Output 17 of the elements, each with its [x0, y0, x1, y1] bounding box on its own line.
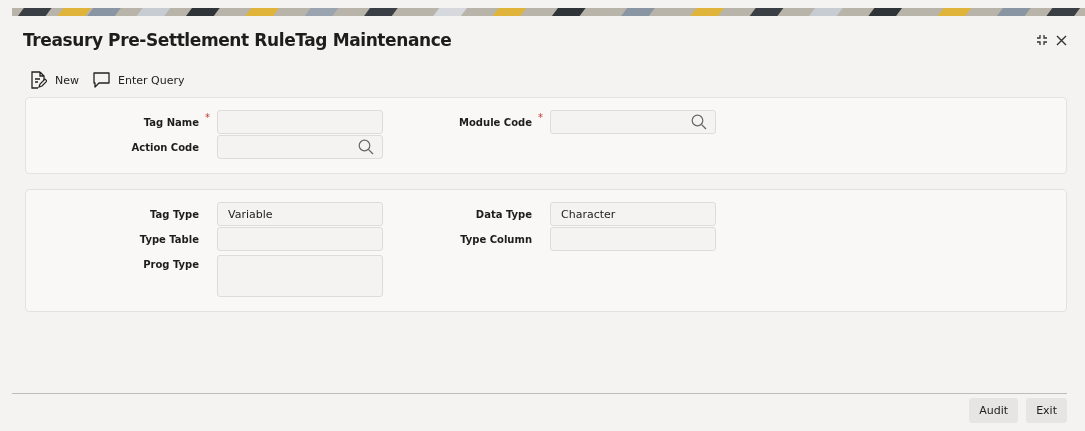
field-label: Tag Type: [150, 208, 199, 220]
field-label: Data Type: [475, 208, 532, 220]
input-field[interactable]: Character: [550, 202, 716, 226]
field-label: Type Column: [460, 233, 532, 245]
field-label: Type Table: [139, 233, 199, 245]
new-button[interactable]: New: [30, 69, 79, 91]
field-label: Tag Name: [143, 116, 199, 128]
field-label: Prog Type: [143, 258, 199, 270]
required-mark: *: [538, 112, 543, 123]
field-label: Module Code: [459, 116, 532, 128]
required-mark: *: [205, 112, 210, 123]
input-field[interactable]: Variable: [217, 202, 383, 226]
audit-button[interactable]: Audit: [969, 398, 1019, 423]
enter-query-button[interactable]: Enter Query: [93, 69, 185, 91]
field-label: Action Code: [131, 141, 199, 153]
exit-button[interactable]: Exit: [1026, 398, 1067, 423]
window-title: Treasury Pre-Settlement RuleTag Maintenance: [23, 30, 452, 50]
